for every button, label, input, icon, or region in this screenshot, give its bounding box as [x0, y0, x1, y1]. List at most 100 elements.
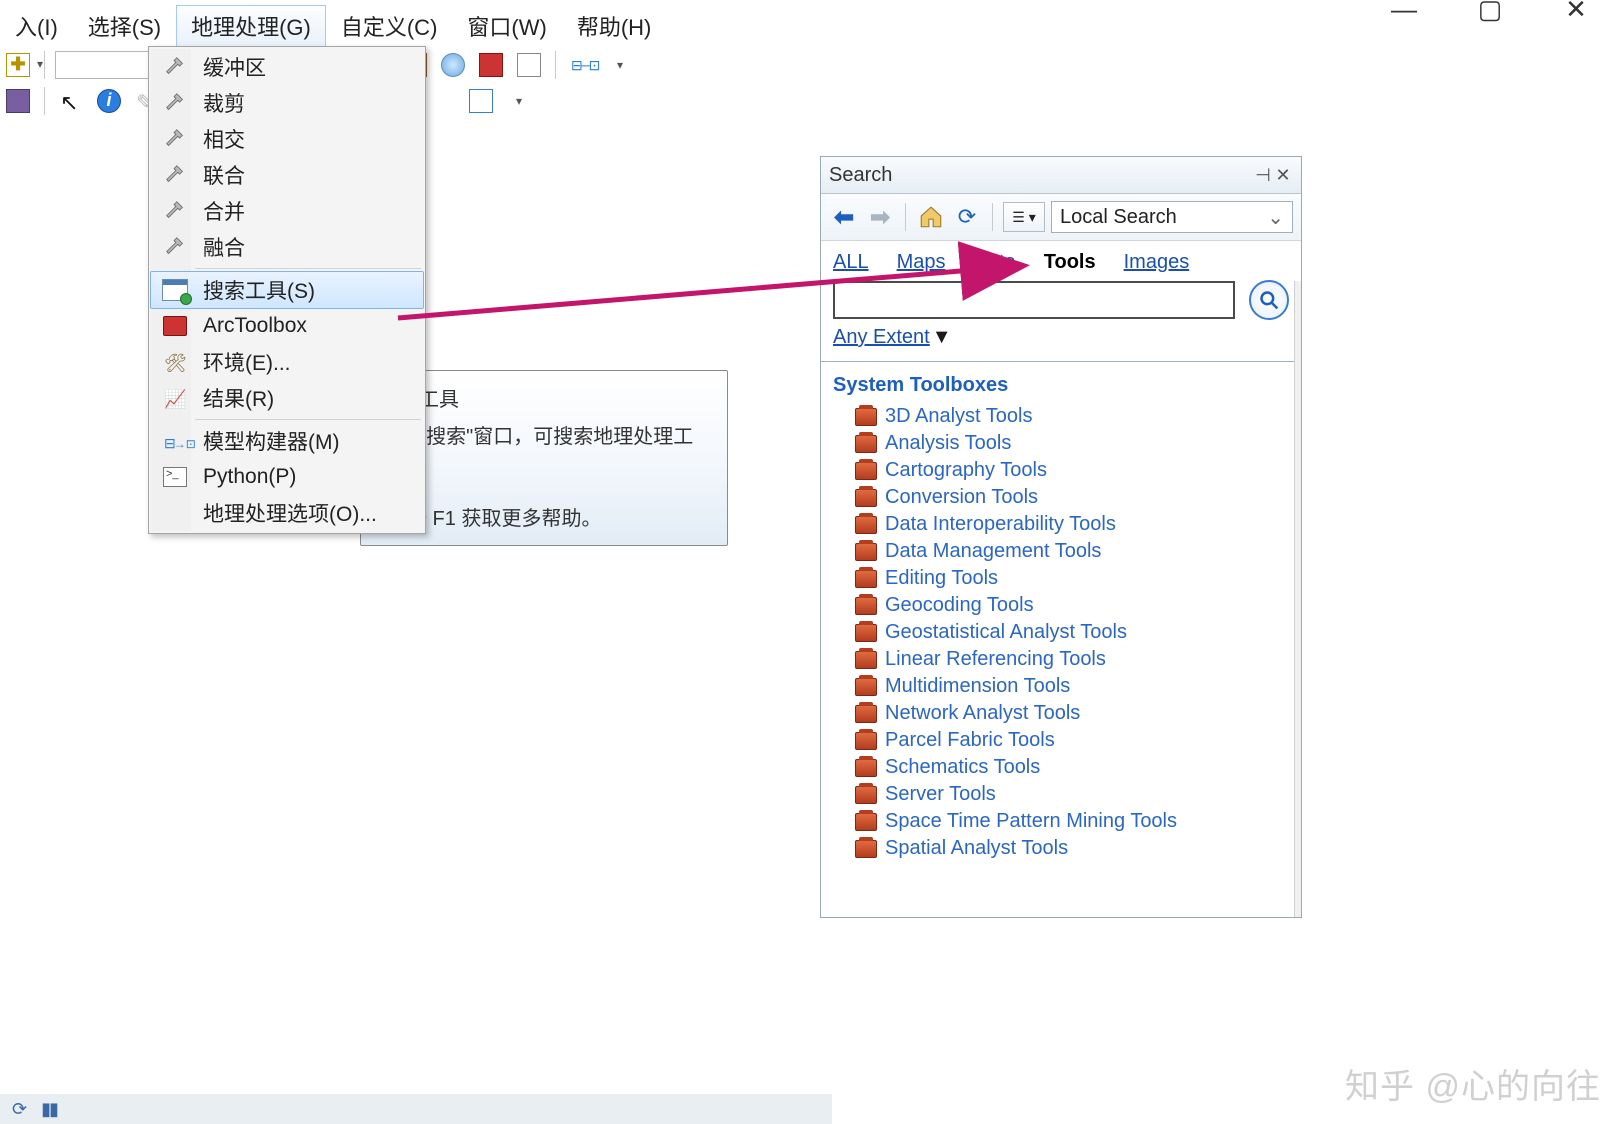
search-panel-titlebar[interactable]: Search ⊣ ✕ — [821, 157, 1301, 194]
menu-item[interactable]: 环境(E)... — [151, 344, 423, 380]
toolbox-link[interactable]: Data Interoperability Tools — [885, 513, 1116, 536]
close-window-button[interactable]: ✕ — [1553, 0, 1599, 25]
toolbox-item[interactable]: 3D Analyst Tools — [833, 403, 1289, 430]
search-tab[interactable]: Tools — [1044, 251, 1096, 274]
identify-tool-icon[interactable] — [93, 86, 125, 116]
globe-icon[interactable] — [437, 50, 469, 80]
tooltip-title: 搜索工具 — [379, 383, 709, 412]
toolbox-link[interactable]: Server Tools — [885, 783, 996, 806]
close-icon[interactable]: ✕ — [1273, 165, 1293, 186]
menu-separator — [195, 419, 421, 420]
toolbox-item[interactable]: Space Time Pattern Mining Tools — [833, 808, 1289, 835]
search-go-button[interactable] — [1249, 280, 1289, 320]
pause-status-icon[interactable]: ▮▮ — [41, 1099, 57, 1120]
toolbox-item[interactable]: Geocoding Tools — [833, 592, 1289, 619]
toolbox-item[interactable]: Editing Tools — [833, 565, 1289, 592]
menu-item[interactable]: 模型构建器(M) — [151, 423, 423, 459]
search-tab[interactable]: Maps — [897, 251, 946, 274]
forward-button[interactable]: ➡ — [865, 202, 895, 232]
menu-item[interactable]: 裁剪 — [151, 85, 423, 121]
toolbar-options-icon[interactable]: ▾ — [604, 50, 636, 80]
toolbar-options-icon[interactable]: ▾ — [503, 86, 535, 116]
extent-filter[interactable]: Any Extent ▼ — [833, 326, 1289, 349]
toolbox-link[interactable]: Linear Referencing Tools — [885, 648, 1106, 671]
menu-item[interactable]: 联合 — [151, 157, 423, 193]
menu-item[interactable]: 缓冲区 — [151, 49, 423, 85]
search-tab[interactable]: Data — [974, 251, 1016, 274]
toolbox-item[interactable]: Geostatistical Analyst Tools — [833, 619, 1289, 646]
menu-item[interactable]: Python(P) — [151, 459, 423, 495]
back-button[interactable]: ⬅ — [829, 202, 859, 232]
window-controls: — ▢ ✕ — [1381, 0, 1621, 25]
toolbox-link[interactable]: Spatial Analyst Tools — [885, 837, 1068, 860]
toolbox-item[interactable]: Linear Referencing Tools — [833, 646, 1289, 673]
menu-item-label: 环境(E)... — [203, 347, 291, 377]
python-window-icon[interactable] — [513, 50, 545, 80]
toolbox-link[interactable]: Geocoding Tools — [885, 594, 1034, 617]
menu-item[interactable]: 融合 — [151, 229, 423, 265]
model-builder-icon[interactable] — [566, 50, 598, 80]
menu-item[interactable]: 地理处理选项(O)... — [151, 495, 423, 531]
menu-item[interactable]: 入(I) — [0, 5, 73, 47]
refresh-status-icon[interactable]: ⟳ — [12, 1099, 27, 1120]
window-icon[interactable] — [465, 86, 497, 116]
pin-icon[interactable]: ⊣ — [1253, 165, 1273, 186]
toolbox-item[interactable]: Schematics Tools — [833, 754, 1289, 781]
add-data-button[interactable] — [2, 50, 34, 80]
toolbox-icon — [855, 678, 877, 696]
search-input[interactable] — [833, 281, 1235, 319]
search-tab[interactable]: Images — [1124, 251, 1190, 274]
toolbox-link[interactable]: Analysis Tools — [885, 432, 1011, 455]
toolbar-separator — [905, 203, 906, 231]
menu-item[interactable]: 合并 — [151, 193, 423, 229]
toolbox-link[interactable]: 3D Analyst Tools — [885, 405, 1033, 428]
toolbox-item[interactable]: Analysis Tools — [833, 430, 1289, 457]
menu-item[interactable]: 结果(R) — [151, 380, 423, 416]
toolbox-item[interactable]: Multidimension Tools — [833, 673, 1289, 700]
scrollbar[interactable]: ▴ — [1294, 281, 1301, 917]
home-button[interactable] — [916, 202, 946, 232]
menu-item[interactable]: 选择(S) — [73, 5, 176, 47]
menu-item-label: 搜索工具(S) — [203, 275, 315, 305]
toolbox-link[interactable]: Geostatistical Analyst Tools — [885, 621, 1127, 644]
menu-item[interactable]: 自定义(C) — [326, 5, 453, 47]
toolbox-link[interactable]: Editing Tools — [885, 567, 998, 590]
menu-item[interactable]: 窗口(W) — [452, 5, 561, 47]
toolbox-item[interactable]: Network Analyst Tools — [833, 700, 1289, 727]
toolbox-item[interactable]: Spatial Analyst Tools — [833, 835, 1289, 862]
search-icon — [1259, 290, 1279, 310]
toolbox-link[interactable]: Network Analyst Tools — [885, 702, 1080, 725]
toolbox-link[interactable]: Cartography Tools — [885, 459, 1047, 482]
search-tab[interactable]: ALL — [833, 251, 869, 274]
search-scope-combo[interactable]: Local Search ⌄ — [1051, 201, 1293, 233]
menu-item[interactable]: 搜索工具(S) — [150, 271, 424, 309]
refresh-button[interactable]: ⟳ — [952, 202, 982, 232]
toolbox-link[interactable]: Space Time Pattern Mining Tools — [885, 810, 1177, 833]
view-options-button[interactable]: ☰ ▾ — [1003, 202, 1045, 232]
toolbox-item[interactable]: Data Interoperability Tools — [833, 511, 1289, 538]
menu-item[interactable]: 地理处理(G) — [176, 5, 326, 47]
toolbox-icon[interactable] — [475, 50, 507, 80]
toolbox-link[interactable]: Parcel Fabric Tools — [885, 729, 1055, 752]
layer-icon[interactable] — [2, 86, 34, 116]
extent-filter-label[interactable]: Any Extent — [833, 326, 930, 348]
minimize-button[interactable]: — — [1381, 0, 1427, 25]
toolbox-item[interactable]: Cartography Tools — [833, 457, 1289, 484]
menu-item[interactable]: 帮助(H) — [562, 5, 667, 47]
scroll-up-icon[interactable]: ▴ — [1295, 281, 1301, 299]
toolbox-icon — [855, 462, 877, 480]
menu-item[interactable]: 相交 — [151, 121, 423, 157]
select-tool-icon[interactable] — [55, 86, 87, 116]
toolbox-item[interactable]: Data Management Tools — [833, 538, 1289, 565]
toolbox-item[interactable]: Server Tools — [833, 781, 1289, 808]
toolbar-separator — [555, 51, 556, 79]
maximize-button[interactable]: ▢ — [1467, 0, 1513, 25]
toolbox-link[interactable]: Schematics Tools — [885, 756, 1040, 779]
menu-item[interactable]: ArcToolbox — [151, 308, 423, 344]
geoprocessing-menu: 缓冲区裁剪相交联合合并融合搜索工具(S)ArcToolbox环境(E)...结果… — [148, 46, 426, 534]
toolbox-link[interactable]: Multidimension Tools — [885, 675, 1070, 698]
toolbox-item[interactable]: Conversion Tools — [833, 484, 1289, 511]
toolbox-item[interactable]: Parcel Fabric Tools — [833, 727, 1289, 754]
toolbox-link[interactable]: Data Management Tools — [885, 540, 1101, 563]
toolbox-link[interactable]: Conversion Tools — [885, 486, 1038, 509]
